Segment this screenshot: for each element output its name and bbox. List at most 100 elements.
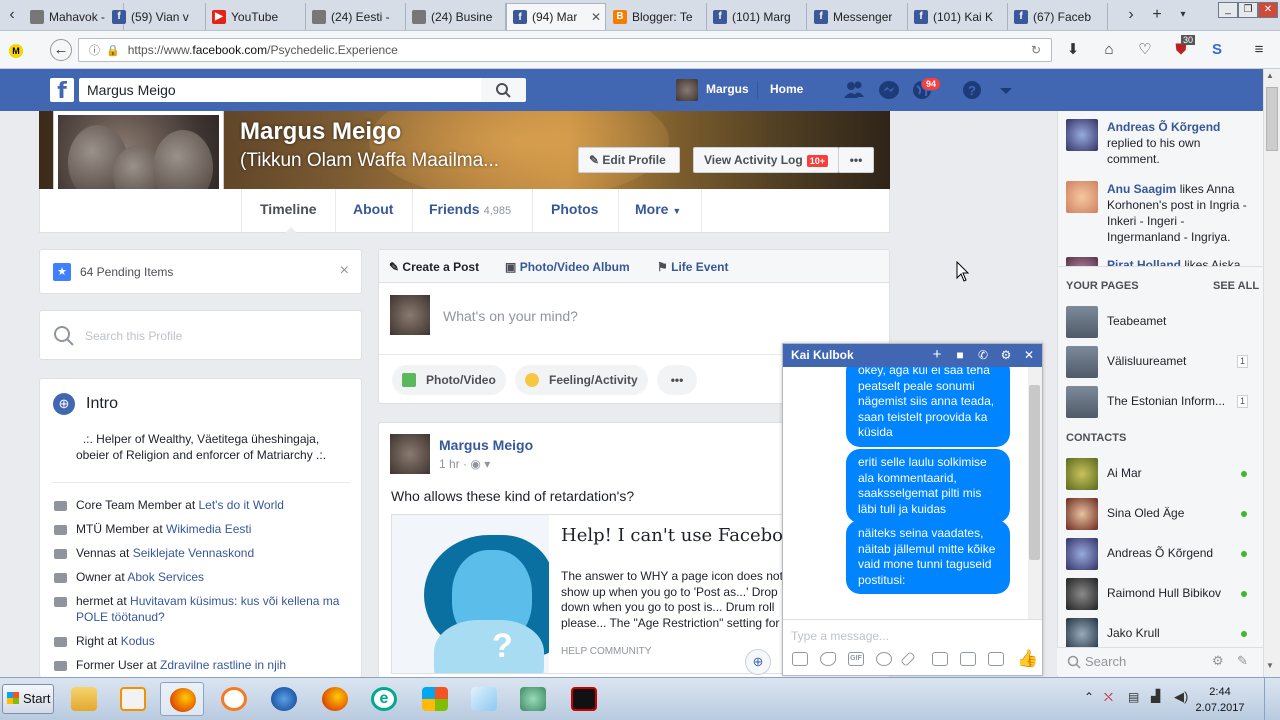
pocket-icon[interactable]: ♡ — [1135, 40, 1155, 60]
browser-tab[interactable]: B Blogger: Te — [607, 3, 707, 30]
view-activity-log-button[interactable]: View Activity Log 10+ — [693, 147, 839, 173]
browser-tab[interactable]: (24) Busine — [406, 3, 506, 30]
download-icon[interactable]: ⬇ — [1063, 40, 1083, 60]
contact-item[interactable]: Sina Oled Äge — [1066, 498, 1256, 530]
firefox-taskbar-icon[interactable] — [160, 682, 204, 716]
post-author-avatar[interactable] — [390, 434, 430, 474]
account-dropdown-icon[interactable] — [995, 80, 1017, 100]
contacts-search-bar[interactable]: Search ⚙ ✎ — [1057, 647, 1263, 675]
close-window-icon[interactable]: ✕ — [1258, 2, 1278, 18]
tab-more[interactable]: More ▼ — [635, 201, 681, 221]
gif-icon[interactable]: GIF — [848, 652, 864, 666]
network-tray-icon[interactable]: ▟ — [1151, 689, 1160, 703]
phone-icon[interactable]: ✆ — [976, 348, 990, 362]
chat-contact-name[interactable]: Kai Kulbok — [791, 348, 854, 362]
contact-item[interactable]: Ai Mar — [1066, 458, 1256, 490]
ticker-user-name[interactable]: Anu Saagim — [1107, 182, 1176, 196]
network-taskbar-icon[interactable] — [511, 682, 555, 716]
friend-requests-icon[interactable] — [843, 80, 865, 100]
avast-taskbar-icon[interactable] — [212, 682, 256, 716]
composer-input[interactable]: What's on your mind? — [443, 308, 578, 324]
close-icon[interactable]: ✕ — [1022, 348, 1036, 362]
close-tab-icon[interactable]: ✕ — [591, 10, 601, 24]
work-place-link[interactable]: Zdravilne rastline in njih — [160, 658, 286, 672]
browser-tab[interactable]: f (59) Vian v — [106, 3, 206, 30]
work-place-link[interactable]: Abok Services — [127, 570, 204, 584]
scroll-up-icon[interactable]: ▲ — [1266, 71, 1274, 80]
work-place-link[interactable]: Kodus — [121, 634, 155, 648]
photo-video-button[interactable]: Photo/Video — [392, 365, 506, 395]
add-people-icon[interactable]: + — [930, 347, 944, 362]
page-scrollbar[interactable]: ▲ ▼ — [1263, 69, 1280, 677]
scroll-down-icon[interactable]: ▼ — [1266, 661, 1274, 670]
browser-tab[interactable]: f (94) Mar ✕ — [506, 3, 606, 30]
feeling-activity-button[interactable]: Feeling/Activity — [515, 365, 648, 395]
chat-scrollbar[interactable] — [1028, 367, 1042, 619]
volume-icon[interactable]: ◀) — [1174, 689, 1188, 705]
browser-tab[interactable]: f (101) Marg — [707, 3, 807, 30]
ticker-story[interactable]: Anu Saagim likes Anna Korhonen's post in… — [1066, 181, 1256, 245]
ticker-user-name[interactable]: Pirat Holland — [1107, 258, 1181, 266]
photo-icon[interactable] — [792, 652, 808, 666]
tab-scroll-left-icon[interactable]: ‹ — [2, 4, 22, 26]
more-options-button[interactable]: ••• — [838, 147, 874, 173]
sidebar-page-item[interactable]: The Estonian Inform... 1 — [1066, 386, 1256, 418]
new-tab-icon[interactable]: + — [1147, 4, 1167, 26]
new-message-icon[interactable]: ✎ — [1237, 653, 1248, 669]
pending-items-card[interactable]: ★ 64 Pending Items × — [39, 249, 362, 294]
browser-tab[interactable]: f (101) Kai K — [908, 3, 1008, 30]
evernote-taskbar-icon[interactable]: e — [362, 682, 406, 716]
search-button[interactable] — [481, 78, 526, 102]
work-place-link[interactable]: Wikimedia Eesti — [166, 522, 251, 536]
globe-icon[interactable]: ⊕ — [745, 649, 771, 675]
home-icon[interactable]: ⌂ — [1099, 40, 1119, 60]
gear-icon[interactable]: ⚙ — [1212, 653, 1224, 669]
app-taskbar-icon[interactable] — [262, 682, 306, 716]
browser-tab[interactable]: (24) Eesti - — [306, 3, 406, 30]
post-author-name[interactable]: Margus Meigo — [439, 437, 533, 453]
profile-name[interactable]: Margus Meigo — [240, 118, 401, 146]
user-name-link[interactable]: Margus — [706, 82, 749, 96]
sticker-icon[interactable] — [820, 652, 836, 666]
media-player-taskbar-icon[interactable] — [111, 682, 155, 716]
messenger-icon[interactable] — [878, 80, 900, 100]
skype-icon[interactable]: S — [1207, 40, 1227, 60]
facebook-logo-icon[interactable]: f — [50, 78, 74, 104]
restore-window-icon[interactable]: ❐ — [1238, 2, 1258, 18]
see-all-link[interactable]: SEE ALL — [1213, 280, 1259, 292]
contact-item[interactable]: Raimond Hull Bibikov — [1066, 578, 1256, 610]
contact-item[interactable]: Andreas Õ Kõrgend — [1066, 538, 1256, 570]
video-call-icon[interactable]: ■ — [953, 348, 967, 362]
post-timestamp[interactable]: 1 hr · ◉ ▾ — [439, 457, 490, 471]
ticker-story[interactable]: Andreas Õ Kõrgend replied to his own com… — [1066, 119, 1256, 167]
show-hidden-icons-icon[interactable]: ⌃ — [1084, 690, 1094, 704]
work-place-link[interactable]: Let's do it World — [199, 498, 284, 512]
tab-about[interactable]: About — [353, 201, 393, 221]
firefox-taskbar-icon-2[interactable] — [313, 682, 357, 716]
start-button[interactable]: Start — [2, 684, 54, 714]
control-panel-taskbar-icon[interactable] — [413, 682, 457, 716]
tab-timeline[interactable]: Timeline — [260, 201, 317, 221]
recorder-taskbar-icon[interactable] — [562, 682, 606, 716]
help-icon[interactable]: ? — [961, 80, 983, 100]
edit-profile-button[interactable]: ✎ Edit Profile — [578, 147, 680, 173]
tab-scroll-right-icon[interactable]: › — [1121, 4, 1141, 26]
close-icon[interactable]: × — [340, 262, 349, 280]
browser-tab[interactable]: f Messenger — [808, 3, 908, 30]
calendar-icon[interactable] — [988, 652, 1004, 666]
attachment-icon[interactable] — [900, 651, 916, 667]
tab-friends[interactable]: Friends 4,985 — [429, 201, 511, 221]
sidebar-page-item[interactable]: Välisluureamet 1 — [1066, 346, 1256, 378]
search-profile-input[interactable]: Search this Profile — [85, 329, 182, 343]
browser-tab[interactable]: ▶ YouTube — [206, 3, 306, 30]
camera-icon[interactable] — [960, 652, 976, 666]
security-tray-icon[interactable]: ⛌ — [1104, 690, 1113, 705]
thumbs-up-icon[interactable]: 👍 — [1017, 649, 1038, 669]
reload-icon[interactable]: ↻ — [1031, 43, 1041, 57]
home-link[interactable]: Home — [770, 82, 803, 96]
tab-photos[interactable]: Photos — [551, 201, 598, 221]
taskbar-clock[interactable]: 2:44 2.07.2017 — [1190, 684, 1250, 716]
contact-item[interactable]: Jako Krull — [1066, 618, 1256, 650]
work-place-link[interactable]: Seiklejate Vennaskond — [133, 546, 254, 560]
gear-icon[interactable]: ⚙ — [999, 348, 1013, 362]
